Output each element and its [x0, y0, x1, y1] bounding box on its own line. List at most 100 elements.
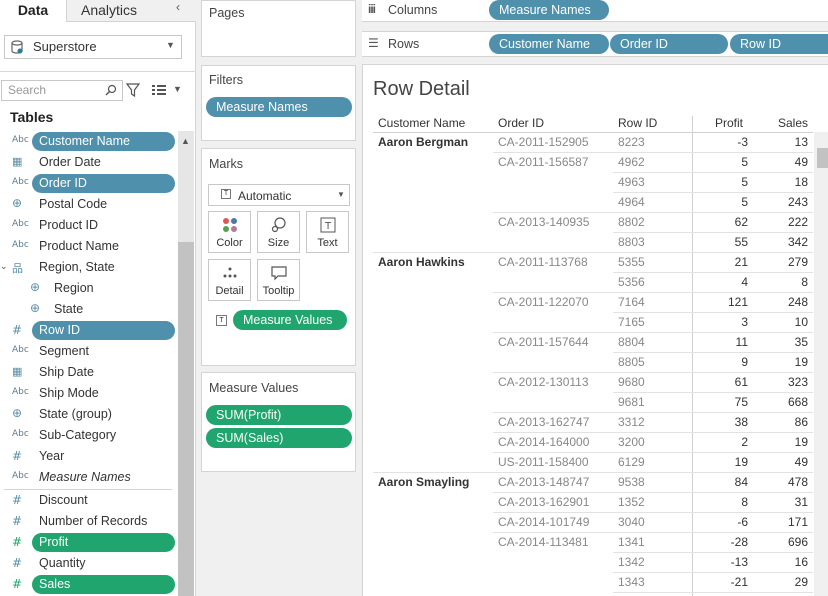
field-item[interactable]: ⊕ Postal Code	[0, 194, 176, 215]
row-id-cell[interactable]: 1341	[618, 535, 645, 549]
order-id-cell[interactable]: CA-2013-140935	[498, 215, 589, 229]
row-id-cell[interactable]: 8223	[618, 135, 645, 149]
field-item[interactable]: ▦ Order Date	[0, 152, 176, 173]
field-item[interactable]: Abc Customer Name	[0, 131, 176, 152]
row-id-cell[interactable]: 9680	[618, 375, 645, 389]
filter-pill-measure-names[interactable]: Measure Names	[206, 97, 352, 117]
collapse-pane-icon[interactable]: ‹	[176, 0, 180, 14]
field-item[interactable]: # Sales	[0, 574, 176, 595]
sales-cell[interactable]: 342	[748, 235, 808, 249]
profit-cell[interactable]: 2	[688, 435, 748, 449]
profit-cell[interactable]: 55	[688, 235, 748, 249]
order-id-cell[interactable]: CA-2011-157644	[498, 335, 589, 349]
marks-color-button[interactable]: Color	[208, 211, 251, 253]
profit-cell[interactable]: 5	[688, 195, 748, 209]
sales-cell[interactable]: 668	[748, 395, 808, 409]
field-item[interactable]: ▦ Ship Date	[0, 362, 176, 383]
sales-cell[interactable]: 49	[748, 155, 808, 169]
profit-cell[interactable]: 11	[688, 335, 748, 349]
field-item[interactable]: Abc Product Name	[0, 236, 176, 257]
profit-cell[interactable]: 38	[688, 415, 748, 429]
profit-cell[interactable]: 121	[688, 295, 748, 309]
order-id-cell[interactable]: CA-2011-152905	[498, 135, 589, 149]
sales-cell[interactable]: 323	[748, 375, 808, 389]
sales-cell[interactable]: 49	[748, 455, 808, 469]
profit-cell[interactable]: 75	[688, 395, 748, 409]
marks-text-button[interactable]: T Text	[306, 211, 349, 253]
rows-pill-customer-name[interactable]: Customer Name	[489, 34, 609, 54]
customer-name-cell[interactable]: Aaron Smayling	[378, 475, 469, 489]
measure-value-pill-profit[interactable]: SUM(Profit)	[206, 405, 352, 425]
profit-cell[interactable]: -6	[688, 515, 748, 529]
pages-card[interactable]: Pages	[201, 0, 356, 57]
rows-pill-row-id[interactable]: Row ID	[730, 34, 828, 54]
sales-cell[interactable]: 478	[748, 475, 808, 489]
field-item[interactable]: # Number of Records	[0, 511, 176, 532]
profit-cell[interactable]: 4	[688, 275, 748, 289]
datasource-select[interactable]: Superstore	[4, 35, 182, 59]
tab-data[interactable]: Data	[0, 0, 66, 22]
list-view-icon[interactable]	[152, 84, 166, 96]
profit-cell[interactable]: 5	[688, 155, 748, 169]
expand-chevron-icon[interactable]: ⌄	[0, 261, 8, 272]
chevron-down-icon[interactable]: ▼	[173, 84, 182, 94]
sales-cell[interactable]: 8	[748, 275, 808, 289]
header-order-id[interactable]: Order ID	[498, 116, 544, 130]
view-scrollbar[interactable]	[814, 132, 828, 596]
field-item[interactable]: # Profit	[0, 532, 176, 553]
header-row-id[interactable]: Row ID	[618, 116, 657, 130]
order-id-cell[interactable]: CA-2012-130113	[498, 375, 589, 389]
row-id-cell[interactable]: 8804	[618, 335, 645, 349]
header-profit[interactable]: Profit	[715, 116, 743, 130]
profit-cell[interactable]: 84	[688, 475, 748, 489]
header-customer-name[interactable]: Customer Name	[378, 116, 465, 130]
marks-detail-button[interactable]: Detail	[208, 259, 251, 301]
order-id-cell[interactable]: CA-2014-113481	[498, 535, 589, 549]
field-item[interactable]: Abc Measure Names	[0, 467, 176, 488]
order-id-cell[interactable]: CA-2014-164000	[498, 435, 589, 449]
row-id-cell[interactable]: 5356	[618, 275, 645, 289]
sales-cell[interactable]: 19	[748, 435, 808, 449]
row-id-cell[interactable]: 1343	[618, 575, 645, 589]
profit-cell[interactable]: 19	[688, 455, 748, 469]
row-id-cell[interactable]: 1352	[618, 495, 645, 509]
marks-size-button[interactable]: Size	[257, 211, 300, 253]
chevron-down-icon[interactable]: ▼	[166, 40, 175, 50]
marks-pill-measure-values[interactable]: Measure Values	[233, 310, 347, 330]
sales-cell[interactable]: 19	[748, 355, 808, 369]
mark-type-select[interactable]: T Automatic ▼	[208, 184, 350, 206]
sales-cell[interactable]: 86	[748, 415, 808, 429]
row-id-cell[interactable]: 4964	[618, 195, 645, 209]
filter-icon[interactable]	[126, 83, 140, 97]
field-item[interactable]: ⌄ 品 Region, State	[0, 257, 176, 278]
sales-cell[interactable]: 16	[748, 555, 808, 569]
field-item[interactable]: # Discount	[0, 490, 176, 511]
row-id-cell[interactable]: 3312	[618, 415, 645, 429]
field-item[interactable]: # Year	[0, 446, 176, 467]
order-id-cell[interactable]: CA-2013-148747	[498, 475, 589, 489]
rows-pill-order-id[interactable]: Order ID	[610, 34, 728, 54]
profit-cell[interactable]: -28	[688, 535, 748, 549]
marks-tooltip-button[interactable]: Tooltip	[257, 259, 300, 301]
profit-cell[interactable]: -3	[688, 135, 748, 149]
profit-cell[interactable]: -21	[688, 575, 748, 589]
profit-cell[interactable]: 21	[688, 255, 748, 269]
row-id-cell[interactable]: 9538	[618, 475, 645, 489]
field-item[interactable]: Abc Order ID	[0, 173, 176, 194]
columns-shelf[interactable]: iii Columns Measure Names	[362, 0, 828, 22]
field-item[interactable]: Abc Ship Mode	[0, 383, 176, 404]
row-id-cell[interactable]: 1342	[618, 555, 645, 569]
sales-cell[interactable]: 171	[748, 515, 808, 529]
row-id-cell[interactable]: 5355	[618, 255, 645, 269]
sales-cell[interactable]: 10	[748, 315, 808, 329]
sales-cell[interactable]: 18	[748, 175, 808, 189]
row-id-cell[interactable]: 8803	[618, 235, 645, 249]
scroll-up-icon[interactable]: ▲	[181, 136, 190, 146]
field-item[interactable]: # Quantity	[0, 553, 176, 574]
field-item[interactable]: ⊕ State (group)	[0, 404, 176, 425]
profit-cell[interactable]: 5	[688, 175, 748, 189]
field-item[interactable]: # Row ID	[0, 320, 176, 341]
profit-cell[interactable]: 3	[688, 315, 748, 329]
row-id-cell[interactable]: 7165	[618, 315, 645, 329]
row-id-cell[interactable]: 7164	[618, 295, 645, 309]
